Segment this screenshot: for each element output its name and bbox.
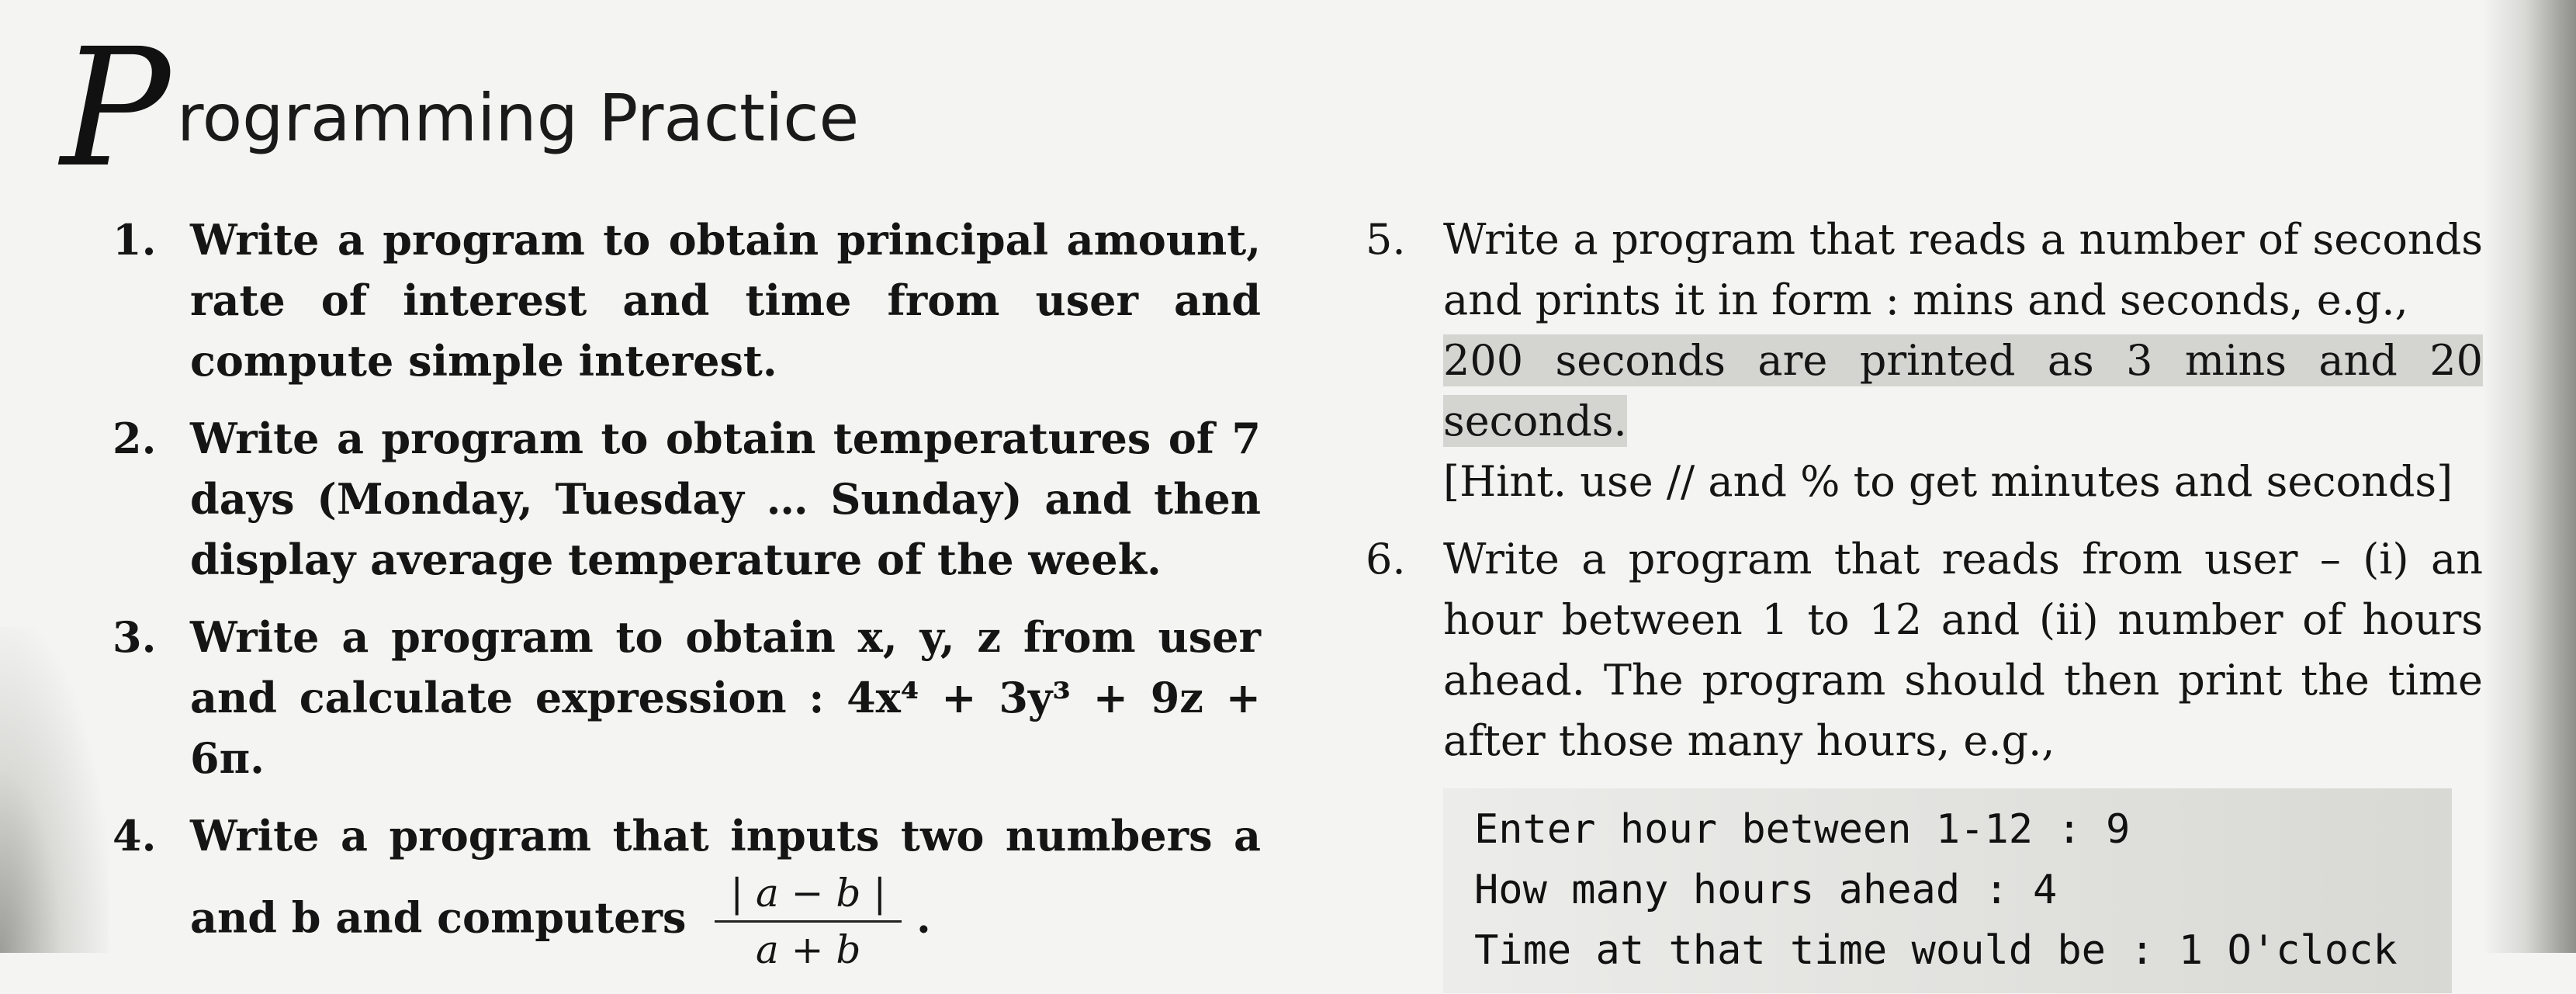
fraction-denominator: a + b [755, 927, 861, 972]
question-text-end: . [916, 892, 931, 943]
question-text: Write a program that reads from user – (… [1443, 535, 2483, 765]
page-edge-shadow [2483, 0, 2576, 953]
example-text: 200 seconds are printed as 3 mins and 20… [1443, 334, 2483, 447]
hint-text: [Hint. use // and % to get minutes and s… [1443, 457, 2453, 506]
question-number: 3. [113, 612, 157, 662]
question-5: 5. Write a program that reads a number o… [1366, 210, 2483, 512]
left-column: 1. Write a program to obtain principal a… [113, 210, 1261, 994]
question-number: 1. [113, 215, 157, 265]
title-text: rogramming Practice [177, 80, 860, 156]
question-number: 5. [1366, 215, 1406, 264]
question-2: 2. Write a program to obtain temperature… [113, 408, 1261, 590]
question-text: Write a program to obtain x, y, z from u… [190, 612, 1261, 783]
code-line: Time at that time would be : 1 O'clock [1474, 927, 2398, 974]
question-number: 2. [113, 414, 157, 463]
question-3: 3. Write a program to obtain x, y, z fro… [113, 607, 1261, 788]
fraction-expression: | a − b | a + b [715, 866, 902, 977]
question-number: 4. [113, 811, 157, 861]
question-number: 6. [1366, 535, 1406, 584]
question-4: 4. Write a program that inputs two numbe… [113, 805, 1261, 977]
question-text: Write a program that reads a number of s… [1443, 210, 2483, 512]
question-6: 6. Write a program that reads from user … [1366, 529, 2483, 771]
question-text: Write a program to obtain temperatures o… [190, 414, 1261, 584]
fraction-numerator: | a − b | [715, 866, 902, 923]
title-initial: P [61, 13, 171, 203]
question-text: Write a program that inputs two numbers … [190, 805, 1261, 977]
question-text-main: Write a program that reads a number of s… [1443, 215, 2483, 324]
page-corner-shadow [0, 627, 109, 953]
code-line: How many hours ahead : 4 [1474, 867, 2058, 913]
question-1: 1. Write a program to obtain principal a… [113, 210, 1261, 391]
code-line: Enter hour between 1-12 : 9 [1474, 806, 2131, 853]
right-column: 5. Write a program that reads a number o… [1366, 210, 2483, 993]
question-text: Write a program to obtain principal amou… [190, 215, 1261, 386]
code-sample-block: Enter hour between 1-12 : 9 How many hou… [1443, 788, 2452, 993]
